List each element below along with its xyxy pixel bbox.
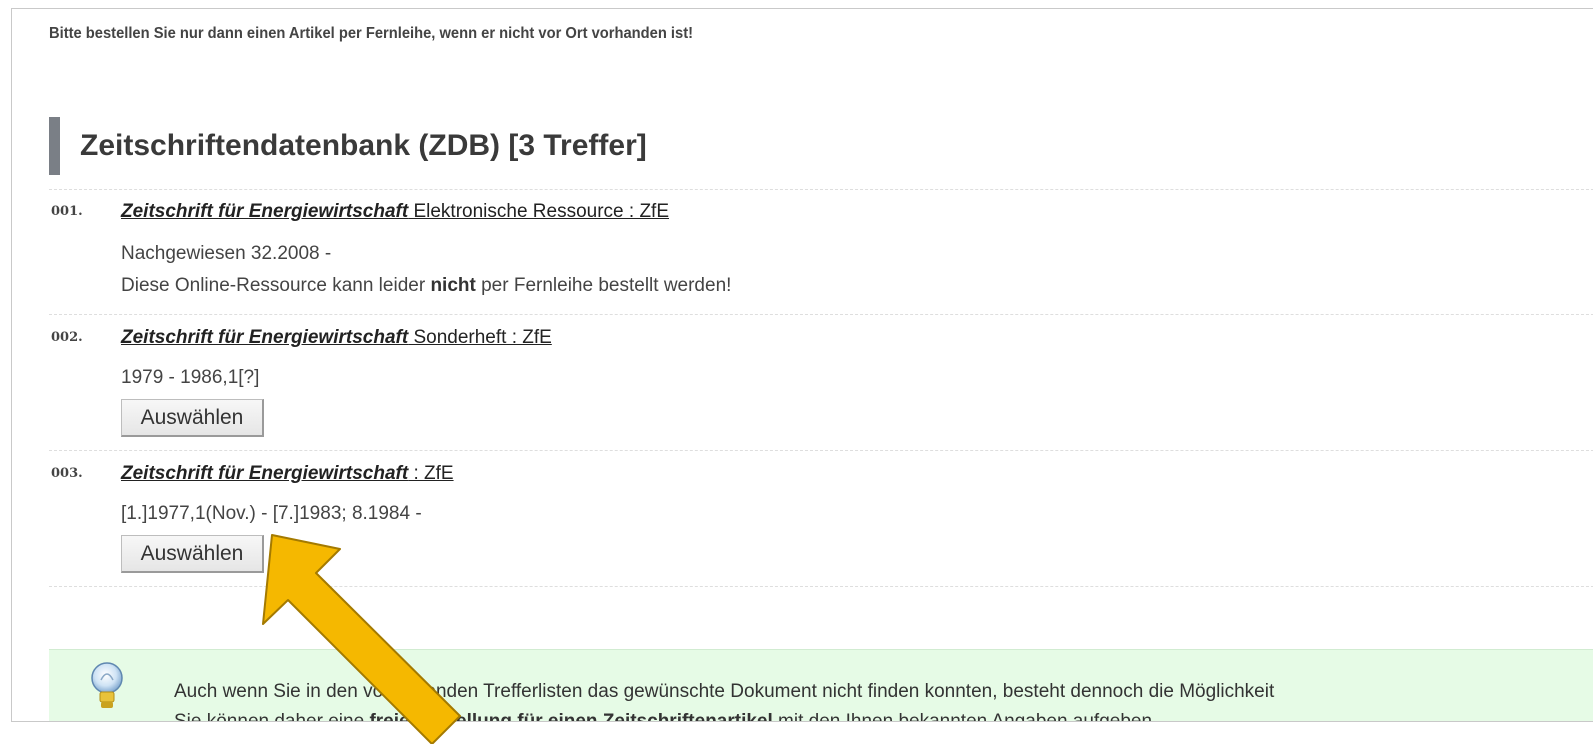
annotation-arrow-icon xyxy=(262,534,461,744)
